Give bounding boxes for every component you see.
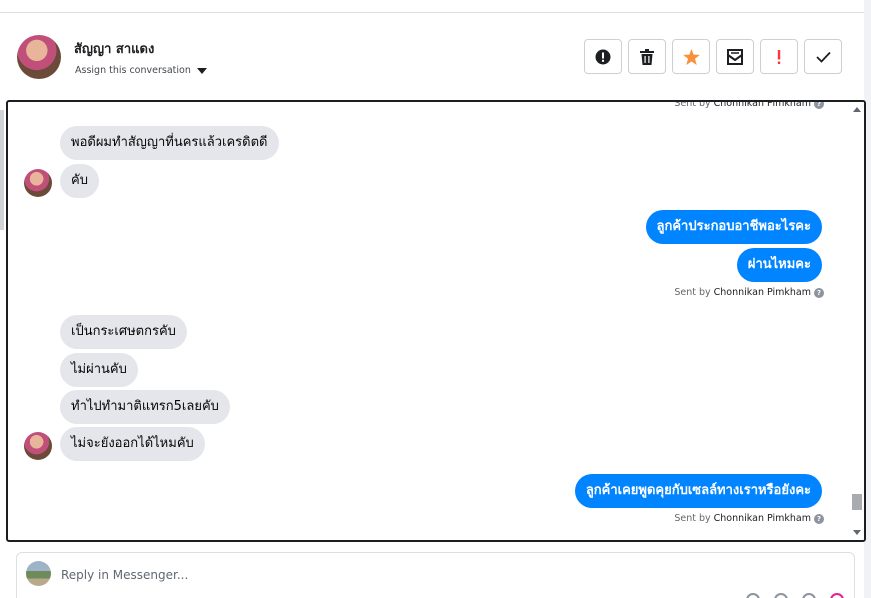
sent-by-prefix: Sent by (674, 513, 711, 524)
reply-composer (16, 552, 855, 598)
incoming-message[interactable]: พอดีผมทำสัญญาที่นครแล้วเครดิตดี (60, 126, 279, 160)
done-check-icon (815, 51, 831, 63)
incoming-message[interactable]: ไม่ผ่านคับ (60, 353, 138, 387)
outgoing-message[interactable]: ผ่านไหมคะ (736, 248, 822, 282)
help-icon[interactable]: ? (814, 287, 824, 298)
archive-button[interactable] (716, 39, 754, 74)
saved-replies-icon[interactable] (830, 593, 844, 598)
sent-by-prefix: Sent by (674, 287, 711, 298)
agent-name: Chonnikan Pimkham (713, 287, 811, 298)
sent-by-label: Sent by Chonnikan Pimkham ? (674, 100, 824, 109)
message-thread[interactable]: Sent by Chonnikan Pimkham ? พอดีผมทำสัญญ… (6, 100, 866, 542)
outgoing-message[interactable]: ลูกค้าเคยพูดคุยกับเซลล์ทางเราหรือยังคะ (574, 474, 822, 508)
follow-up-button[interactable] (760, 39, 798, 74)
contact-avatar-small (24, 169, 52, 197)
incoming-message[interactable]: คับ (60, 164, 99, 198)
composer-tools (746, 593, 844, 598)
star-icon (682, 48, 700, 65)
incoming-message[interactable]: ไม่จะยังออกได้ไหมคับ (60, 427, 205, 461)
mark-done-button[interactable] (804, 39, 842, 74)
incoming-message[interactable]: ทำไปทำมาติแทรก5เลยคับ (60, 390, 230, 424)
reply-input[interactable] (61, 565, 761, 585)
contact-avatar-small (24, 432, 52, 460)
page-avatar (26, 561, 51, 586)
contact-name[interactable]: สัญญา สาแดง (74, 38, 154, 59)
star-button[interactable] (672, 39, 710, 74)
inbox-conversation-pane: สัญญา สาแดง Assign this conversation Sen… (0, 0, 871, 598)
scroll-up-arrow-icon[interactable] (853, 107, 861, 112)
mark-spam-button[interactable] (584, 39, 622, 74)
conversation-header: สัญญา สาแดง Assign this conversation (0, 13, 864, 100)
agent-name: Chonnikan Pimkham (713, 513, 811, 524)
contact-avatar[interactable] (17, 35, 61, 79)
emoji-icon[interactable] (802, 593, 816, 598)
outgoing-message[interactable]: ลูกค้าประกอบอาชีพอะไรคะ (645, 210, 822, 244)
image-icon[interactable] (774, 593, 788, 598)
top-divider (0, 0, 864, 13)
agent-name: Chonnikan Pimkham (713, 100, 811, 109)
sent-by-prefix: Sent by (674, 100, 711, 109)
thread-scrollbar[interactable] (849, 102, 864, 540)
scrollbar-thumb[interactable] (852, 494, 862, 510)
incoming-message[interactable]: เป็นกระเศษตกรคับ (60, 315, 187, 349)
trash-icon (640, 48, 654, 65)
delete-button[interactable] (628, 39, 666, 74)
caret-down-icon (196, 67, 207, 74)
attachment-icon[interactable] (746, 593, 760, 598)
spam-icon (595, 49, 611, 64)
assign-conversation-dropdown[interactable]: Assign this conversation (75, 65, 207, 76)
archive-icon (727, 48, 743, 65)
sent-by-label: Sent by Chonnikan Pimkham ? (674, 287, 824, 298)
assign-label: Assign this conversation (75, 65, 191, 76)
scroll-down-arrow-icon[interactable] (853, 530, 861, 535)
sent-by-label: Sent by Chonnikan Pimkham ? (674, 513, 824, 524)
conversation-actions (584, 39, 842, 74)
help-icon[interactable]: ? (814, 102, 824, 109)
left-panel-scrollbar[interactable] (0, 110, 4, 230)
follow-up-icon (777, 49, 781, 64)
help-icon[interactable]: ? (814, 513, 824, 524)
